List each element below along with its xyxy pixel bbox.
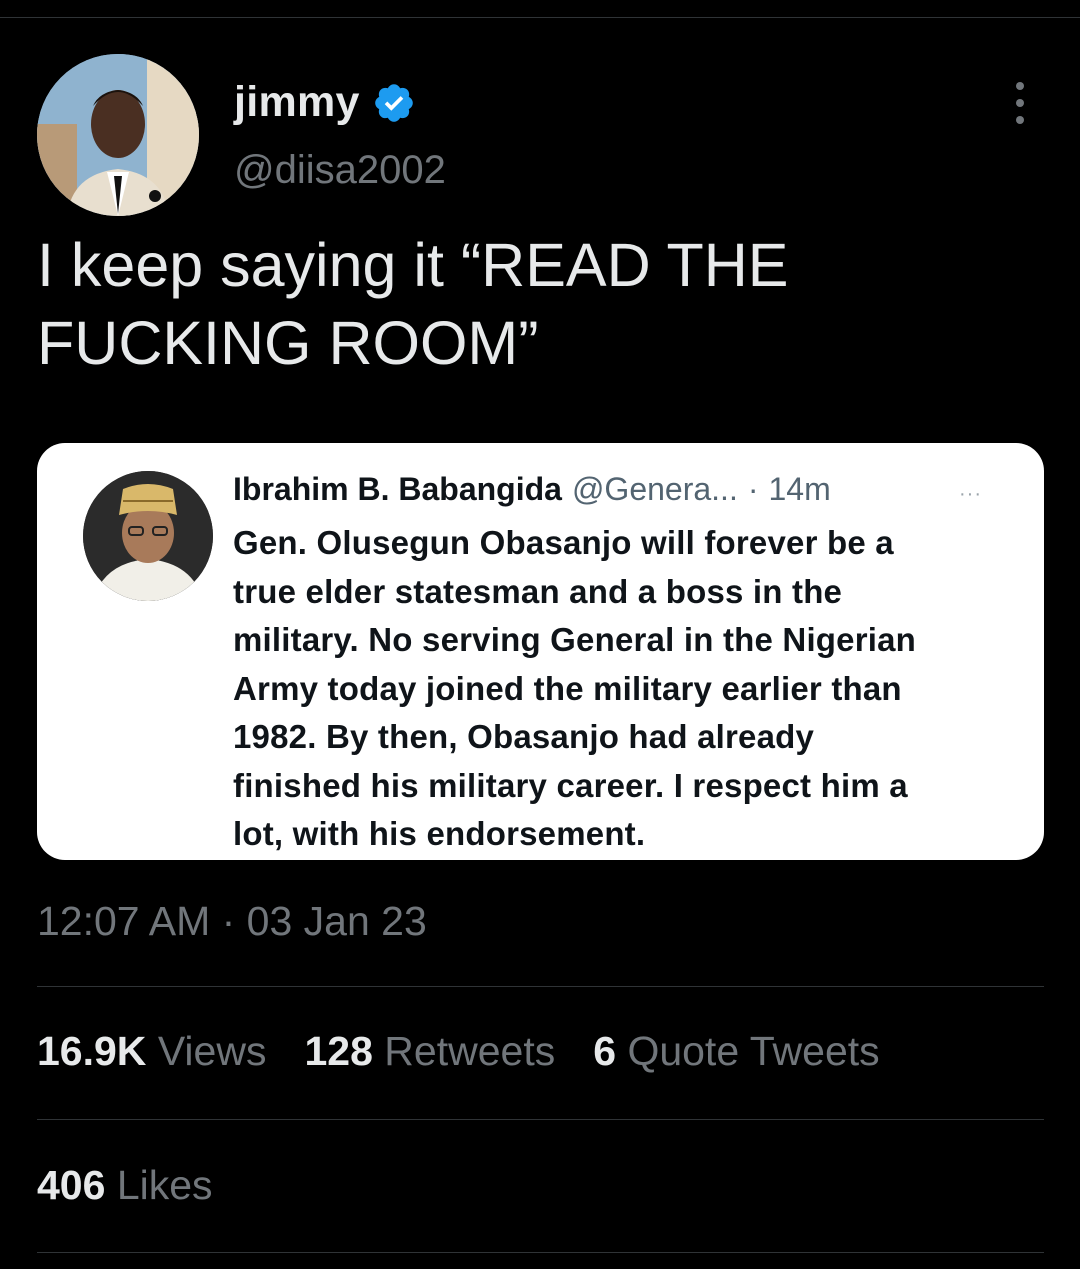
retweets-count: 128 xyxy=(304,1028,373,1074)
top-divider xyxy=(0,17,1080,18)
quoted-separator: · xyxy=(747,471,759,507)
more-options-icon[interactable] xyxy=(1004,82,1036,124)
quoted-author-handle: @Genera... xyxy=(571,471,738,507)
quote-tweets-count: 6 xyxy=(593,1028,617,1074)
divider xyxy=(37,1252,1044,1253)
engagement-stats: 16.9K Views 128 Retweets 6 Quote Tweets xyxy=(37,1028,880,1075)
retweets-label: Retweets xyxy=(384,1028,556,1074)
tweet-timestamp[interactable]: 12:07 AM · 03 Jan 23 xyxy=(37,898,427,945)
quote-tweets-stat[interactable]: 6 Quote Tweets xyxy=(593,1028,879,1075)
views-stat[interactable]: 16.9K Views xyxy=(37,1028,266,1075)
views-count: 16.9K xyxy=(37,1028,147,1074)
quote-tweets-label: Quote Tweets xyxy=(627,1028,880,1074)
likes-stat[interactable]: 406 Likes xyxy=(37,1162,213,1209)
quoted-author-avatar xyxy=(83,471,213,601)
quoted-more-icon: ··· xyxy=(959,483,982,505)
author-avatar[interactable] xyxy=(37,54,199,216)
divider xyxy=(37,986,1044,987)
views-label: Views xyxy=(157,1028,267,1074)
likes-label: Likes xyxy=(116,1162,213,1208)
quoted-author-name: Ibrahim B. Babangida xyxy=(233,471,562,507)
author-display-name[interactable]: jimmy xyxy=(234,78,360,127)
tweet-text: I keep saying it “READ THE FUCKING ROOM” xyxy=(37,231,789,377)
quoted-header: Ibrahim B. Babangida @Genera... · 14m xyxy=(233,471,1013,508)
divider xyxy=(37,1119,1044,1120)
quoted-tweet-text: Gen. Olusegun Obasanjo will forever be a… xyxy=(233,524,917,852)
likes-count: 406 xyxy=(37,1162,106,1208)
author-handle[interactable]: @diisa2002 xyxy=(234,148,446,193)
quoted-time: 14m xyxy=(768,471,831,507)
author-name-row[interactable]: jimmy xyxy=(234,78,416,127)
quoted-tweet-card[interactable]: Ibrahim B. Babangida @Genera... · 14m ··… xyxy=(37,443,1044,860)
retweets-stat[interactable]: 128 Retweets xyxy=(304,1028,555,1075)
verified-badge-icon xyxy=(374,83,413,122)
